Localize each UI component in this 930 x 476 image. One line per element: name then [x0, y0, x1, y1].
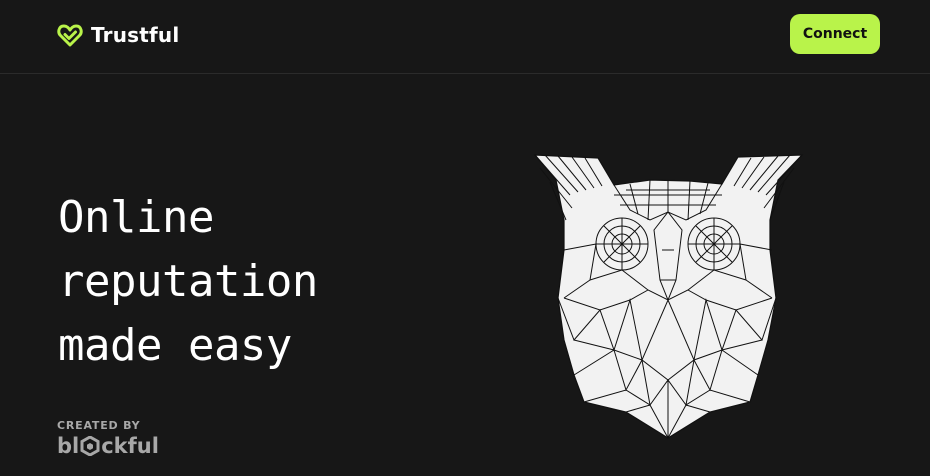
creator-logo-suffix: ckful	[101, 434, 159, 458]
creator-logo[interactable]: bl ckful	[57, 434, 159, 458]
heart-check-icon	[57, 24, 83, 47]
created-by-label: CREATED BY	[57, 419, 141, 432]
creator-logo-prefix: bl	[57, 434, 80, 458]
brand-logo[interactable]: Trustful	[57, 22, 179, 48]
top-navbar: Trustful Connect	[0, 0, 930, 74]
polygonal-owl-illustration	[533, 154, 804, 440]
hero-title: Online reputation made easy	[58, 186, 318, 378]
hero-title-line-2: reputation	[58, 256, 318, 307]
brand-name: Trustful	[91, 23, 180, 47]
hero-title-line-1: Online	[58, 192, 214, 243]
hero-title-line-3: made easy	[58, 320, 292, 371]
connect-button[interactable]: Connect	[790, 14, 880, 54]
cube-logo-icon	[80, 436, 100, 456]
